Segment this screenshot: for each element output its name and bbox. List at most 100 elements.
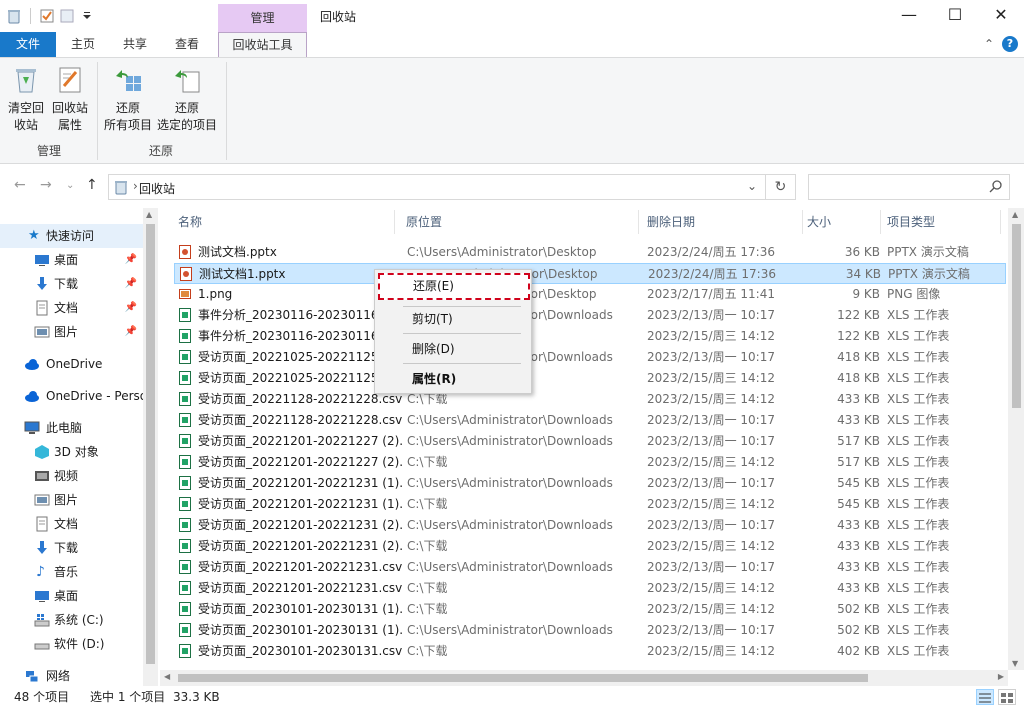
table-row[interactable]: 1.pngC:\Users\Administrator\Desktop2023/… — [174, 284, 1006, 305]
column-header-type[interactable]: 项目类型 — [887, 214, 935, 240]
tab-home[interactable]: 主页 — [62, 32, 104, 57]
help-icon[interactable]: ? — [1002, 36, 1018, 52]
nav-item-quick-access[interactable]: ★ 快速访问 — [0, 224, 143, 248]
xls-file-icon — [179, 350, 191, 364]
column-header-location[interactable]: 原位置 — [406, 214, 442, 240]
divider[interactable] — [802, 210, 803, 234]
search-input[interactable] — [808, 174, 1010, 200]
scrollbar-thumb[interactable] — [146, 224, 155, 664]
restore-all-button[interactable]: 还原 所有项目 — [102, 64, 154, 134]
nav-item-desktop-pc[interactable]: 桌面 — [0, 584, 143, 608]
table-row[interactable]: 事件分析_20230116-20230116.csvC:\Users\Admin… — [174, 305, 1006, 326]
tab-file[interactable]: 文件 — [0, 32, 56, 57]
xls-file-icon — [179, 602, 191, 616]
empty-recycle-bin-button[interactable]: 清空回 收站 — [6, 64, 46, 134]
column-header-size[interactable]: 大小 — [807, 214, 831, 240]
table-row[interactable]: 测试文档.pptx C:\Users\Administrator\Desktop 2… — [174, 242, 1006, 263]
table-row[interactable]: 受访页面_20230101-20230131.csv C:\下载 2023/2/15… — [174, 641, 1006, 662]
item-type: XLS 工作表 — [887, 350, 950, 364]
divider[interactable] — [880, 210, 881, 234]
up-icon[interactable]: ↑ — [86, 177, 98, 193]
file-list-vertical-scrollbar[interactable]: ▲ ▼ — [1008, 208, 1024, 670]
recent-locations-icon[interactable]: ⌄ — [66, 180, 74, 191]
table-row[interactable]: 测试文档1.pptxC:\Users\Administrator\Desktop… — [174, 263, 1006, 284]
table-row[interactable]: 受访页面_20221025-20221125 (1).csvC:\Users\A… — [174, 347, 1006, 368]
divider[interactable] — [394, 210, 395, 234]
nav-item-drive-c[interactable]: 系统 (C:) — [0, 608, 143, 632]
menu-item-restore[interactable]: 还原(E) — [378, 273, 530, 300]
table-row[interactable]: 受访页面_20221201-20221231 (1).csv C:\下载 2023/… — [174, 494, 1006, 515]
scroll-right-icon[interactable]: ▶ — [998, 672, 1004, 681]
nav-item-onedrive[interactable]: OneDrive — [0, 352, 143, 376]
restore-selected-button[interactable]: 还原 选定的项目 — [156, 64, 218, 134]
tab-share[interactable]: 共享 — [114, 32, 156, 57]
table-row[interactable]: 受访页面_20221201-20221231 (1).csv C:\Users\A… — [174, 473, 1006, 494]
deleted-date: 2023/2/15/周三 14:12 — [647, 539, 775, 553]
file-size: 34 KB — [845, 267, 881, 281]
divider[interactable] — [1000, 210, 1001, 234]
refresh-button[interactable]: ↻ — [766, 174, 796, 200]
table-row[interactable]: 受访页面_20221201-20221227 (2).csv C:\Users\A… — [174, 431, 1006, 452]
breadcrumb[interactable]: 回收站 — [139, 180, 175, 197]
nav-item-network[interactable]: 网络 — [0, 664, 143, 686]
new-folder-icon[interactable] — [59, 8, 75, 24]
properties-check-icon[interactable] — [39, 8, 55, 24]
nav-item-desktop[interactable]: 桌面 📌 — [0, 248, 143, 272]
minimize-button[interactable]: — — [886, 0, 932, 30]
nav-item-onedrive-personal[interactable]: OneDrive - Personal — [0, 384, 143, 408]
table-row[interactable]: 受访页面_20221201-20221231 (2).csv C:\下载 2023/… — [174, 536, 1006, 557]
recycle-bin-properties-button[interactable]: 回收站 属性 — [48, 64, 92, 134]
scroll-down-icon[interactable]: ▼ — [1012, 659, 1018, 668]
nav-item-pictures[interactable]: 图片 📌 — [0, 320, 143, 344]
column-header-name[interactable]: 名称 — [178, 214, 202, 240]
scrollbar-thumb[interactable] — [1012, 224, 1021, 408]
tab-recycle-bin-tools[interactable]: 回收站工具 — [218, 32, 307, 58]
nav-item-3d-objects[interactable]: 3D 对象 — [0, 440, 143, 464]
nav-item-videos[interactable]: 视频 — [0, 464, 143, 488]
menu-item-properties[interactable]: 属性(R) — [379, 368, 527, 390]
tab-view[interactable]: 查看 — [166, 32, 208, 57]
scrollbar-thumb[interactable] — [178, 674, 868, 682]
menu-item-cut[interactable]: 剪切(T) — [379, 308, 527, 330]
nav-item-downloads-pc[interactable]: 下载 — [0, 536, 143, 560]
nav-item-downloads[interactable]: 下载 📌 — [0, 272, 143, 296]
pin-icon[interactable]: 📌 — [125, 296, 137, 320]
details-view-button[interactable] — [976, 689, 994, 705]
scroll-left-icon[interactable]: ◀ — [164, 672, 170, 681]
maximize-button[interactable]: ☐ — [932, 0, 978, 30]
close-button[interactable]: ✕ — [978, 0, 1024, 30]
ribbon-expand-icon[interactable]: ⌃ — [984, 37, 994, 51]
menu-item-delete[interactable]: 删除(D) — [379, 338, 527, 360]
table-row[interactable]: 受访页面_20221201-20221227 (2).csv C:\下载 2023/… — [174, 452, 1006, 473]
table-row[interactable]: 受访页面_20221201-20221231.csv C:\Users\Admin… — [174, 557, 1006, 578]
table-row[interactable]: 受访页面_20221128-20221228.csv C:\下载 2023/2/15… — [174, 389, 1006, 410]
customize-qat-icon[interactable] — [79, 8, 95, 24]
pin-icon[interactable]: 📌 — [125, 272, 137, 296]
nav-item-music[interactable]: ♪ 音乐 — [0, 560, 143, 584]
table-row[interactable]: 受访页面_20221201-20221231.csv C:\下载 2023/2/15… — [174, 578, 1006, 599]
large-icons-view-button[interactable] — [998, 689, 1016, 705]
column-header-date[interactable]: 删除日期 — [647, 214, 695, 240]
divider[interactable] — [638, 210, 639, 234]
table-row[interactable]: 受访页面_20230101-20230131 (1).csv C:\Users\A… — [174, 620, 1006, 641]
scroll-up-icon[interactable]: ▲ — [146, 210, 152, 219]
nav-item-documents[interactable]: 文档 📌 — [0, 296, 143, 320]
address-bar[interactable]: › 回收站 ⌄ — [108, 174, 766, 200]
nav-item-this-pc[interactable]: 此电脑 — [0, 416, 143, 440]
nav-item-drive-d[interactable]: 软件 (D:) — [0, 632, 143, 656]
address-dropdown-icon[interactable]: ⌄ — [747, 179, 757, 193]
nav-item-pictures-pc[interactable]: 图片 — [0, 488, 143, 512]
back-icon[interactable]: ← — [14, 177, 26, 193]
table-row[interactable]: 事件分析_20230116-20230116.csvC:\下载2023/2/15… — [174, 326, 1006, 347]
table-row[interactable]: 受访页面_20230101-20230131 (1).csv C:\下载 2023/… — [174, 599, 1006, 620]
forward-icon[interactable]: → — [40, 177, 52, 193]
file-list-horizontal-scrollbar[interactable]: ◀ ▶ — [160, 670, 1008, 686]
scroll-up-icon[interactable]: ▲ — [1012, 210, 1018, 219]
table-row[interactable]: 受访页面_20221128-20221228.csv C:\Users\Admin… — [174, 410, 1006, 431]
nav-scrollbar[interactable]: ▲ — [143, 208, 158, 686]
table-row[interactable]: 受访页面_20221201-20221231 (2).csv C:\Users\A… — [174, 515, 1006, 536]
nav-item-documents-pc[interactable]: 文档 — [0, 512, 143, 536]
table-row[interactable]: 受访页面_20221025-20221125 (1).csvC:\下载2023/… — [174, 368, 1006, 389]
pin-icon[interactable]: 📌 — [125, 248, 137, 272]
pin-icon[interactable]: 📌 — [125, 320, 137, 344]
